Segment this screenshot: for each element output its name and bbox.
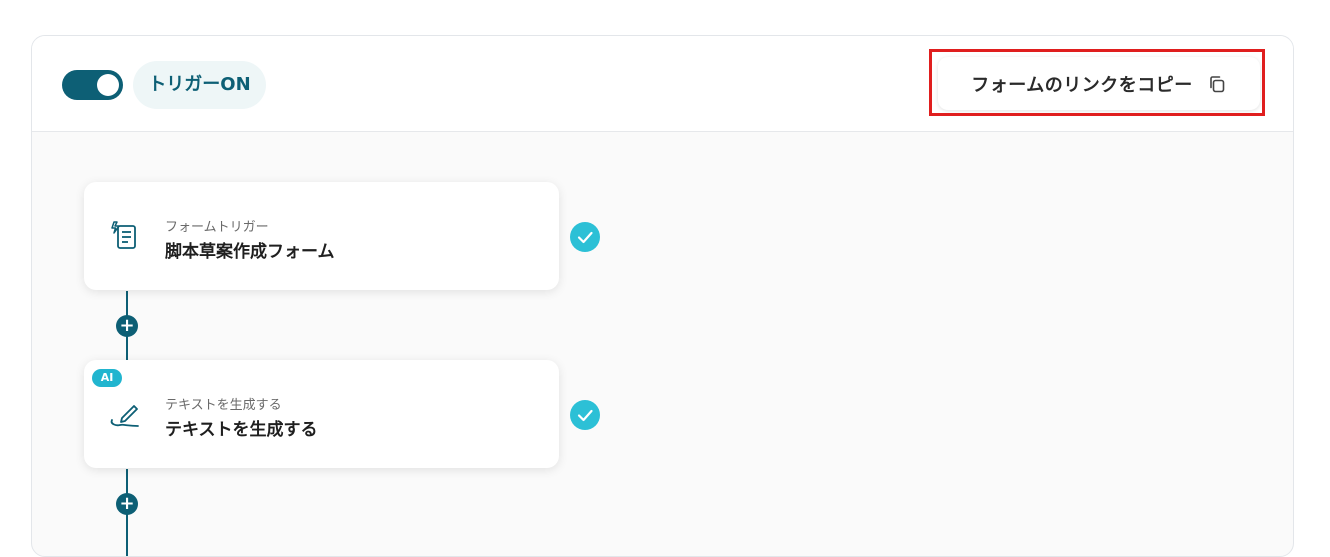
step-title: 脚本草案作成フォーム <box>165 242 335 262</box>
flow-step-card[interactable]: AI テキストを生成する テキストを生成する <box>84 360 559 468</box>
flow-step-card[interactable]: フォームトリガー 脚本草案作成フォーム <box>84 182 559 290</box>
highlight-annotation-box <box>929 49 1265 116</box>
flow-header: トリガーON フォームのリンクをコピー <box>32 36 1293 132</box>
check-icon <box>570 222 600 252</box>
trigger-toggle[interactable] <box>62 70 123 100</box>
step-subtitle: フォームトリガー <box>165 220 269 235</box>
step-title: テキストを生成する <box>165 420 318 440</box>
add-step-button[interactable]: + <box>116 493 138 515</box>
trigger-status-label: トリガーON <box>133 61 266 109</box>
add-step-button[interactable]: + <box>116 315 138 337</box>
form-icon <box>108 218 144 254</box>
check-icon <box>570 400 600 430</box>
step-subtitle: テキストを生成する <box>165 398 282 413</box>
toggle-knob <box>97 74 119 96</box>
ai-badge: AI <box>92 369 122 387</box>
flow-panel: トリガーON フォームのリンクをコピー + + フォームトリガー 脚本草案作成フ… <box>31 35 1294 557</box>
pen-icon <box>108 396 144 432</box>
